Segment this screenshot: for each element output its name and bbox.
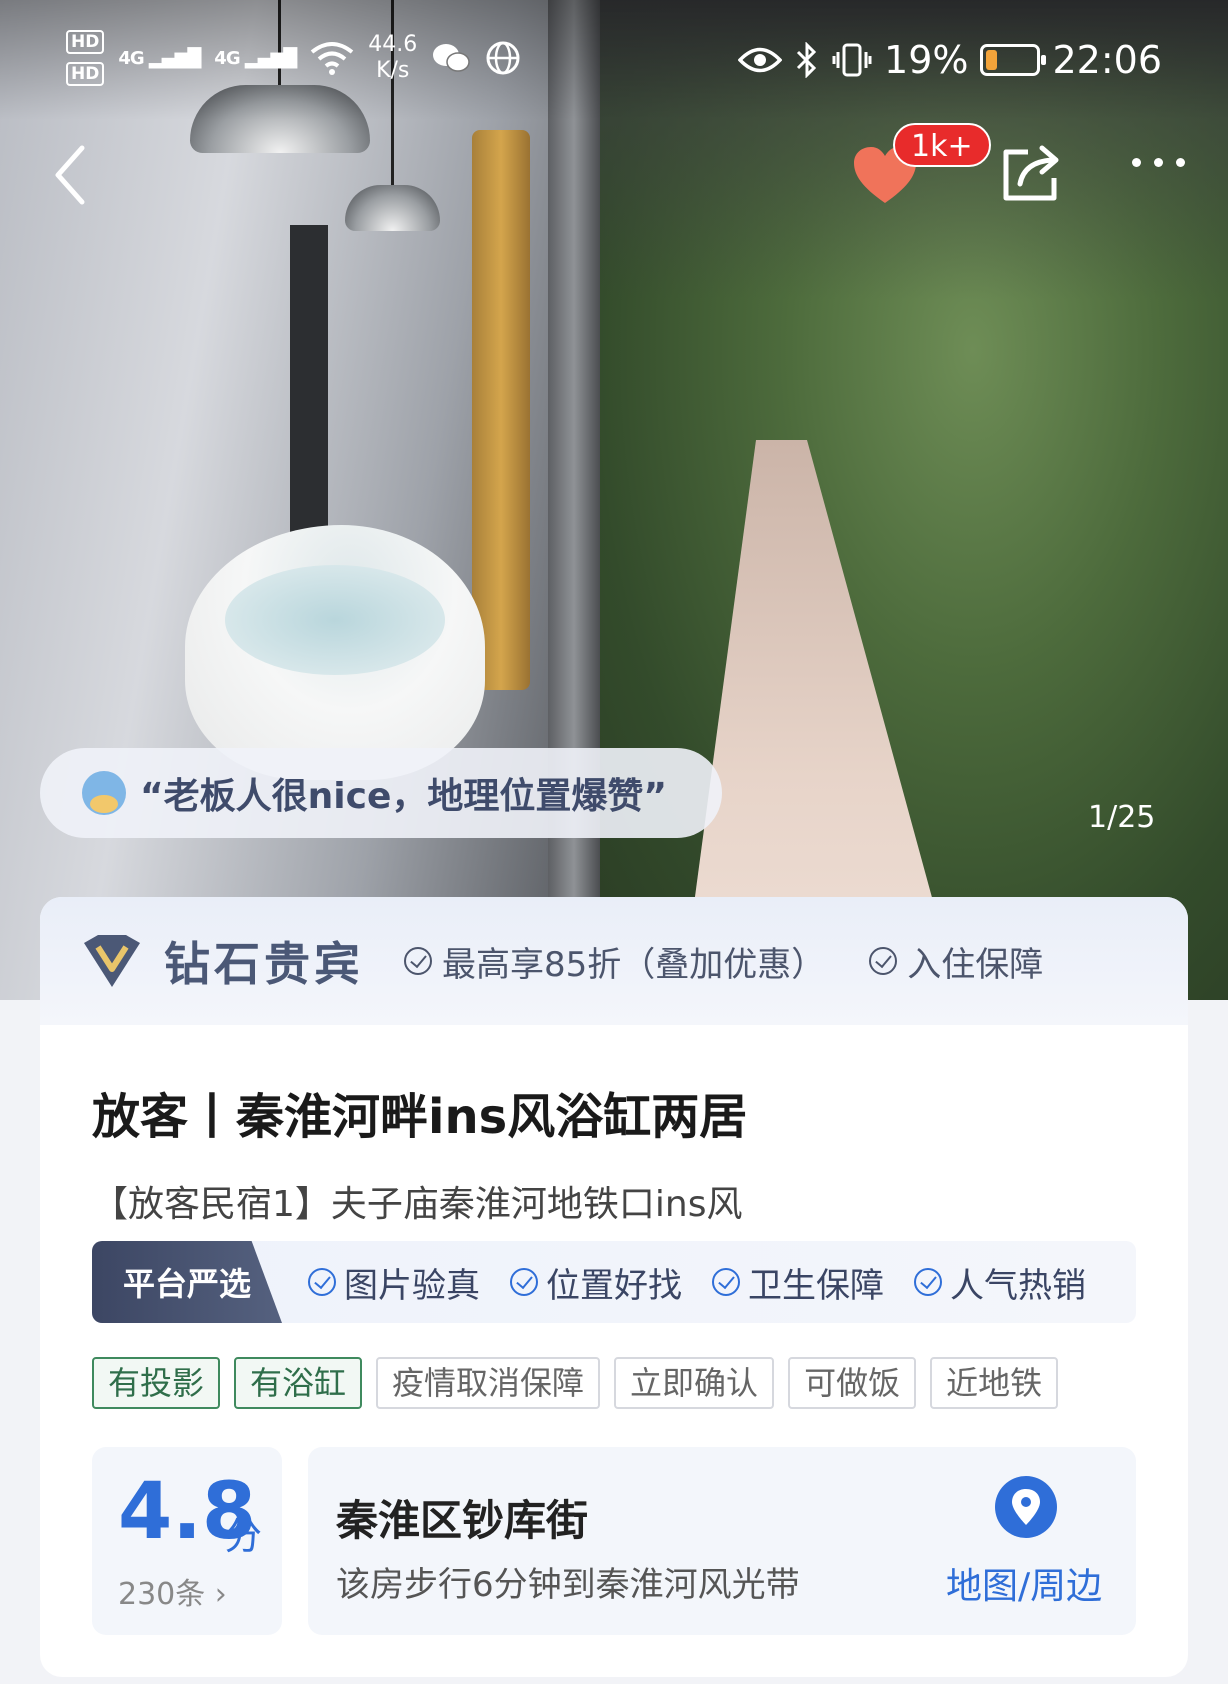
photo-window-frame [548, 0, 600, 1000]
clock: 22:06 [1052, 38, 1162, 82]
battery-percent: 19% [884, 38, 969, 82]
map-nearby-link[interactable]: 地图/周边 [946, 1557, 1102, 1609]
photo-counter: 1/25 [1088, 800, 1156, 835]
diamond-icon [84, 935, 140, 987]
review-quote: “老板人很nice，地理位置爆赞” [140, 776, 668, 817]
pendant-lamp [345, 185, 440, 231]
feature-tag: 疫情取消保障 [376, 1357, 601, 1409]
platform-selection-label: 平台严选 [92, 1241, 282, 1323]
feature-tag: 有浴缸 [234, 1357, 363, 1409]
check-circle-icon [712, 1268, 740, 1296]
platform-guarantee-item: 卫生保障 [712, 1258, 884, 1307]
review-count-link[interactable]: 230条 › [118, 1569, 227, 1613]
globe-icon [486, 41, 520, 75]
vip-banner[interactable]: 钻石贵宾 最高享85折（叠加优惠） 入住保障 [40, 897, 1188, 1025]
location-description: 该房步行6分钟到秦淮河风光带 [336, 1565, 800, 1605]
feature-tag: 立即确认 [614, 1357, 775, 1409]
location-box[interactable]: 秦淮区钞库街 该房步行6分钟到秦淮河风光带 地图/周边 [308, 1447, 1136, 1635]
feature-tag: 可做饭 [788, 1357, 917, 1409]
share-icon[interactable] [998, 140, 1064, 206]
wechat-icon [433, 44, 470, 72]
check-circle-icon [404, 947, 432, 975]
feature-tag: 近地铁 [930, 1357, 1059, 1409]
check-circle-icon [869, 947, 898, 975]
rating-unit: 分 [224, 1514, 263, 1558]
listing-title: 放客丨秦淮河畔ins风浴缸两居 [92, 1089, 748, 1145]
map-pin-icon[interactable] [994, 1475, 1058, 1539]
back-arrow-icon[interactable] [48, 140, 98, 210]
status-bar: HD HD 4G ▂▄▆█ 4G ▂▄▆█ 44.6 K/s 19% 22:06 [0, 30, 1228, 100]
signal-icon: 4G ▂▄▆█ [214, 47, 297, 69]
hd-indicator: HD [66, 62, 105, 86]
wifi-icon [311, 42, 354, 75]
platform-guarantee-item: 人气热销 [914, 1258, 1086, 1307]
favorites-count-badge: 1k+ [893, 123, 991, 167]
location-name: 秦淮区钞库街 [336, 1496, 589, 1545]
platform-guarantee-item: 位置好找 [510, 1258, 682, 1307]
check-circle-icon [308, 1268, 336, 1296]
signal-icon: 4G ▂▄▆█ [118, 47, 201, 69]
eye-icon [738, 47, 783, 73]
listing-subtitle: 【放客民宿1】夫子庙秦淮河地铁口ins风 [92, 1184, 743, 1225]
photo-bathtub [185, 525, 485, 780]
rating-box[interactable]: 4.8 分 230条 › [92, 1447, 282, 1635]
vip-title: 钻石贵宾 [164, 937, 364, 991]
platform-selection-bar[interactable]: 平台严选 图片验真 位置好找 卫生保障 人气热销 [92, 1241, 1136, 1323]
photo-curtain [472, 130, 530, 690]
vip-perk: 入住保障 [869, 937, 1043, 986]
feature-tags: 有投影 有浴缸 疫情取消保障 立即确认 可做饭 近地铁 [92, 1357, 1059, 1409]
battery-icon [980, 44, 1047, 76]
check-circle-icon [510, 1268, 538, 1296]
review-highlight-pill[interactable]: “老板人很nice，地理位置爆赞” [40, 748, 722, 838]
hd-indicator: HD [66, 30, 105, 54]
reviewer-avatar [82, 771, 126, 815]
vibrate-icon [832, 43, 872, 77]
more-options-icon[interactable] [1132, 158, 1185, 167]
check-circle-icon [914, 1268, 942, 1296]
vip-perk: 最高享85折（叠加优惠） [404, 937, 825, 986]
network-speed: 44.6 K/s [368, 32, 418, 83]
battery-level-fill [986, 50, 997, 70]
listing-info-card: 钻石贵宾 最高享85折（叠加优惠） 入住保障 放客丨秦淮河畔ins风浴缸两居 【… [40, 897, 1188, 1677]
platform-guarantee-item: 图片验真 [308, 1258, 480, 1307]
feature-tag: 有投影 [92, 1357, 221, 1409]
bluetooth-icon [796, 42, 817, 78]
